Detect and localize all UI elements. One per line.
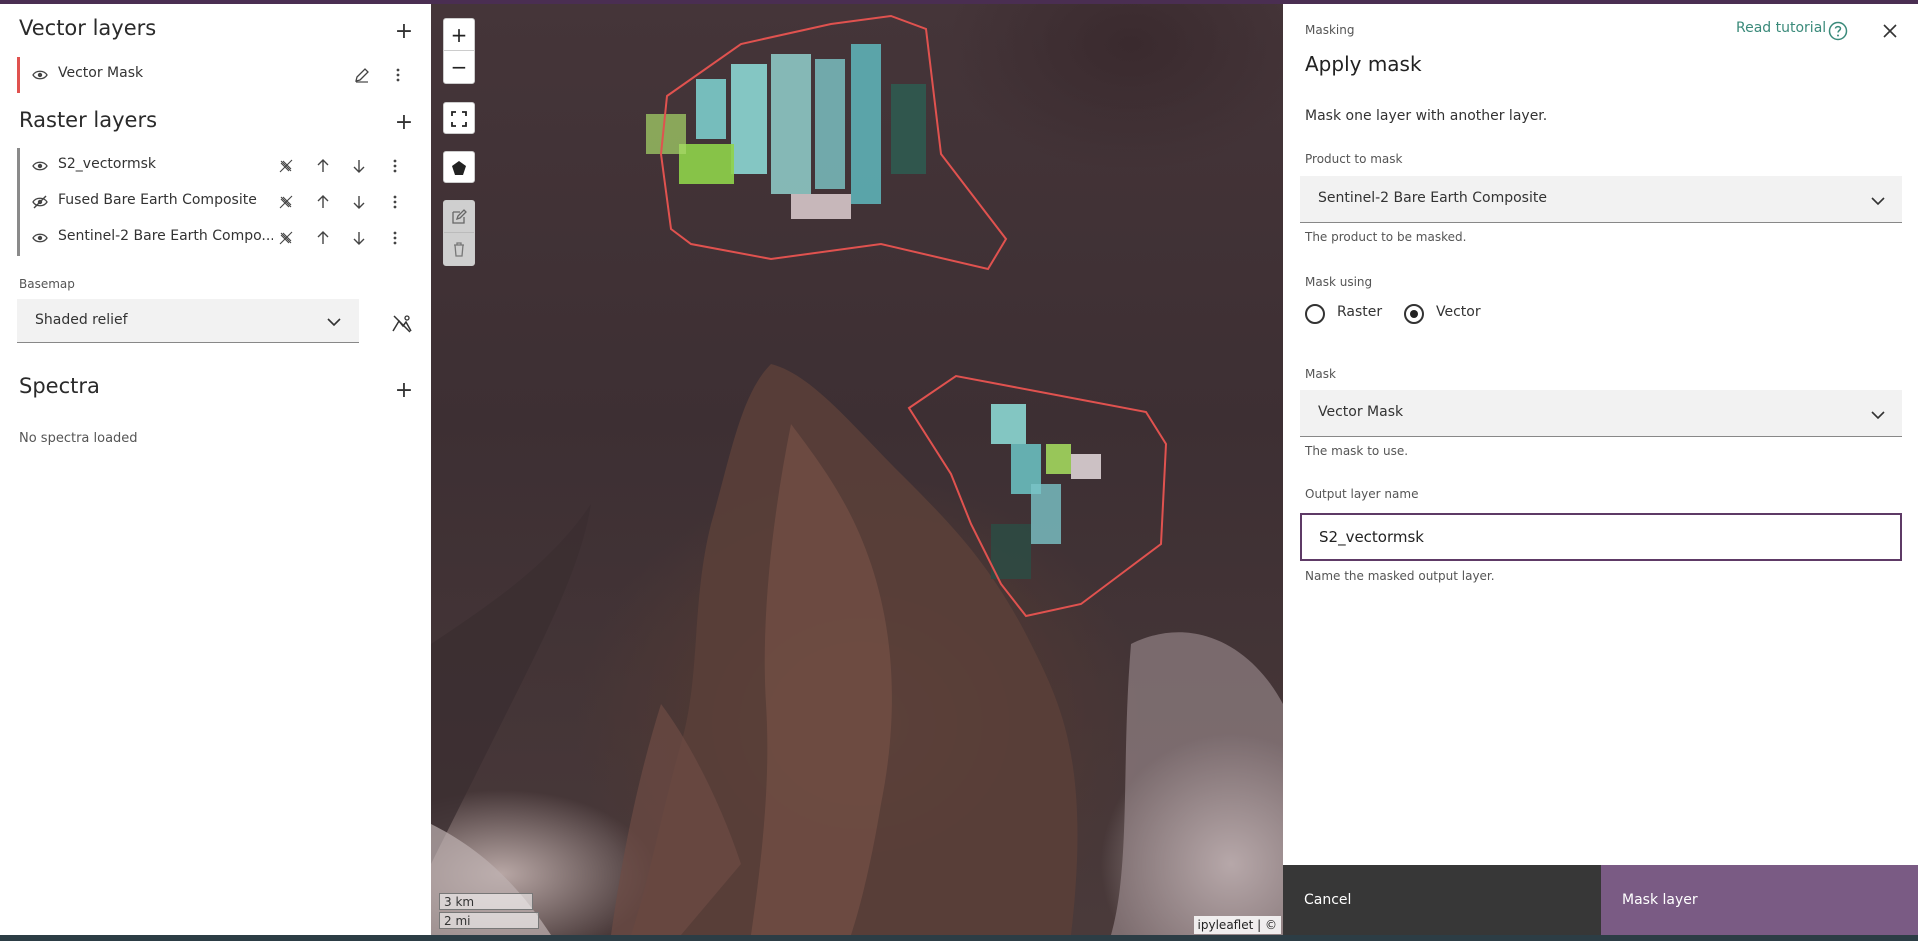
radio-vector[interactable]	[1404, 304, 1424, 324]
map-attribution[interactable]: ipyleaflet | ©	[1193, 916, 1281, 934]
edit-delete-control	[443, 200, 475, 266]
radio-raster-label[interactable]: Raster	[1337, 304, 1382, 320]
mask-hint: The mask to use.	[1305, 444, 1409, 458]
masking-panel: Masking Read tutorial Apply mask Mask on…	[1283, 4, 1918, 935]
vector-layers-title: Vector layers	[19, 16, 157, 40]
basemap-label: Basemap	[19, 277, 75, 291]
ponds-south	[991, 404, 1101, 579]
fullscreen-icon	[451, 111, 467, 127]
chevron-down-icon	[1871, 411, 1885, 420]
arrow-down-icon[interactable]	[350, 193, 368, 211]
map-view[interactable]: + − 3 km 2 mi ipyleaflet | ©	[431, 4, 1283, 935]
basemap-select[interactable]: Shaded relief	[17, 299, 359, 343]
opacity-off-icon[interactable]	[277, 193, 295, 211]
eye-off-icon[interactable]	[32, 194, 48, 210]
breadcrumb: Masking	[1305, 23, 1355, 37]
eye-icon[interactable]	[32, 158, 48, 174]
product-select[interactable]: Sentinel-2 Bare Earth Composite	[1300, 176, 1902, 223]
cancel-button[interactable]: Cancel	[1283, 865, 1601, 935]
close-icon[interactable]	[1881, 22, 1899, 40]
mask-using-label: Mask using	[1305, 275, 1373, 289]
basemap-selected: Shaded relief	[35, 312, 128, 328]
raster-layer-name: Sentinel-2 Bare Earth Compo...	[58, 228, 273, 244]
arrow-down-icon[interactable]	[350, 229, 368, 247]
vector-layer-name: Vector Mask	[58, 65, 144, 81]
layers-panel: Vector layers + Vector Mask Raster layer…	[0, 4, 430, 935]
raster-layer-name: S2_vectormsk	[58, 156, 156, 172]
chevron-down-icon	[327, 318, 341, 327]
scale-mi: 2 mi	[439, 912, 539, 929]
polygon-icon	[452, 161, 466, 175]
page-title: Apply mask	[1305, 52, 1422, 76]
product-hint: The product to be masked.	[1305, 230, 1467, 244]
hillshade-toggle-icon[interactable]	[391, 313, 413, 335]
more-vertical-icon[interactable]	[386, 229, 404, 247]
mask-layer-button[interactable]: Mask layer	[1601, 865, 1918, 935]
output-label: Output layer name	[1305, 487, 1419, 501]
zoom-out-button[interactable]: −	[444, 51, 474, 83]
raster-layers-title: Raster layers	[19, 108, 158, 132]
zoom-in-button[interactable]: +	[444, 19, 474, 51]
raster-layer-list: S2_vectormsk Fused Bare Earth Composite …	[17, 148, 420, 256]
raster-layer-row[interactable]: Sentinel-2 Bare Earth Compo...	[20, 220, 420, 256]
trash-icon[interactable]	[451, 241, 467, 257]
chevron-down-icon	[1871, 197, 1885, 206]
help-circle-icon[interactable]	[1828, 21, 1848, 41]
arrow-up-icon[interactable]	[314, 157, 332, 175]
product-selected: Sentinel-2 Bare Earth Composite	[1318, 190, 1547, 206]
radio-raster[interactable]	[1305, 304, 1325, 324]
more-vertical-icon[interactable]	[386, 193, 404, 211]
scale-km: 3 km	[439, 893, 533, 910]
raster-layer-name: Fused Bare Earth Composite	[58, 192, 257, 208]
pencil-icon[interactable]	[353, 66, 371, 84]
no-spectra-text: No spectra loaded	[19, 431, 138, 446]
more-vertical-icon[interactable]	[389, 66, 407, 84]
vector-layer-list: Vector Mask	[17, 57, 420, 93]
panel-description: Mask one layer with another layer.	[1305, 108, 1548, 124]
draw-polygon-button[interactable]	[443, 151, 475, 183]
arrow-up-icon[interactable]	[314, 193, 332, 211]
more-vertical-icon[interactable]	[386, 157, 404, 175]
output-hint: Name the masked output layer.	[1305, 569, 1495, 583]
satellite-imagery	[431, 14, 1283, 935]
spectra-title: Spectra	[19, 374, 100, 398]
raster-layer-row[interactable]: S2_vectormsk	[20, 148, 420, 184]
vector-layer-row[interactable]: Vector Mask	[20, 57, 420, 93]
arrow-down-icon[interactable]	[350, 157, 368, 175]
fullscreen-button[interactable]	[443, 102, 475, 134]
product-label: Product to mask	[1305, 152, 1403, 166]
mask-select[interactable]: Vector Mask	[1300, 390, 1902, 437]
arrow-up-icon[interactable]	[314, 229, 332, 247]
output-name-input[interactable]	[1300, 513, 1902, 561]
mask-label: Mask	[1305, 367, 1336, 381]
zoom-control[interactable]: + −	[443, 18, 475, 84]
add-raster-layer-button[interactable]: +	[393, 112, 415, 134]
raster-layer-row[interactable]: Fused Bare Earth Composite	[20, 184, 420, 220]
opacity-off-icon[interactable]	[277, 229, 295, 247]
opacity-off-icon[interactable]	[277, 157, 295, 175]
radio-vector-label[interactable]: Vector	[1436, 304, 1481, 320]
eye-icon[interactable]	[32, 230, 48, 246]
ponds-north	[646, 44, 926, 219]
window-bottom-bar	[0, 935, 1918, 941]
add-spectra-button[interactable]: +	[393, 380, 415, 402]
add-vector-layer-button[interactable]: +	[393, 21, 415, 43]
edit-icon[interactable]	[451, 209, 467, 225]
mask-selected: Vector Mask	[1318, 404, 1404, 420]
read-tutorial-link[interactable]: Read tutorial	[1736, 20, 1826, 36]
eye-icon[interactable]	[32, 67, 48, 83]
